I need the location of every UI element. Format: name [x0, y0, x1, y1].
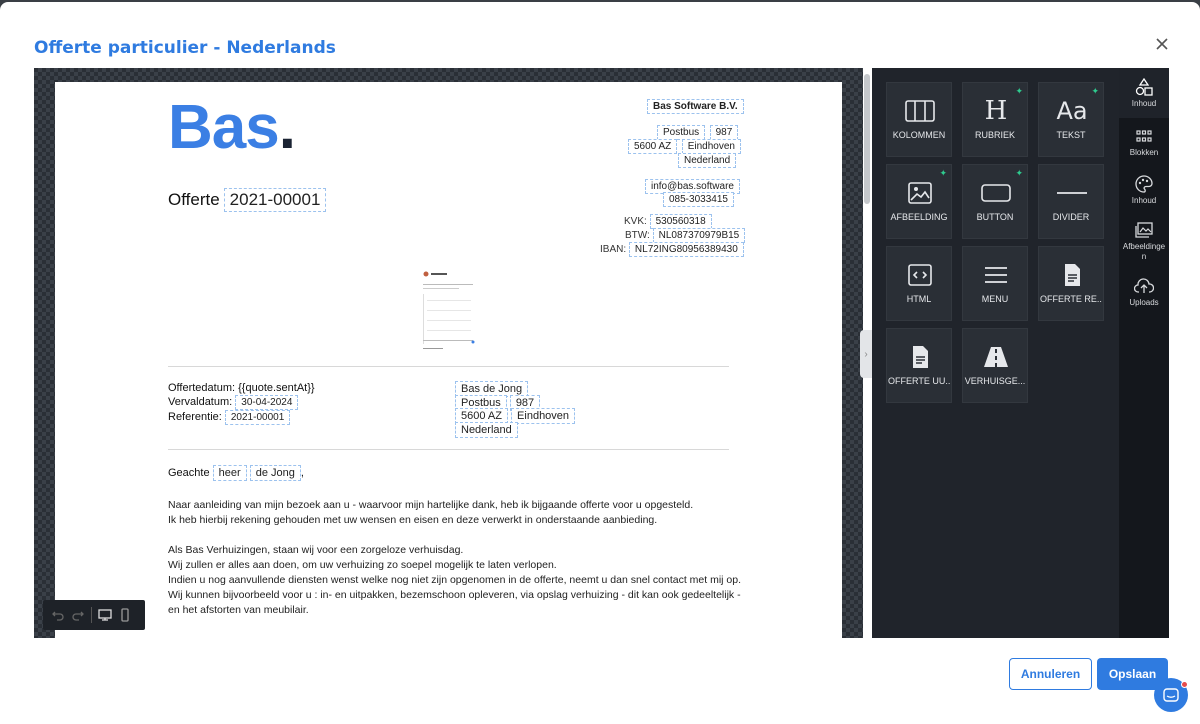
columns-icon	[887, 97, 953, 125]
divider-icon	[1039, 179, 1105, 207]
road-icon	[963, 343, 1029, 371]
sparkle-icon: ✦	[1015, 168, 1023, 178]
company-logo: Bas.	[168, 93, 296, 162]
sparkle-icon: ✦	[1091, 86, 1099, 96]
divider-middle	[168, 449, 729, 450]
redo-icon[interactable]	[71, 608, 85, 622]
customer-country[interactable]: Nederland	[455, 422, 518, 438]
intro-paragraph[interactable]: Naar aanleiding van mijn bezoek aan u - …	[168, 498, 693, 528]
document-icon	[1039, 261, 1105, 289]
sparkle-icon: ✦	[939, 168, 947, 178]
sidebar-item-blokken[interactable]: Blokken	[1119, 126, 1169, 158]
editor-toolbar	[43, 600, 145, 630]
divider-top	[168, 366, 729, 367]
upload-icon	[1134, 276, 1154, 296]
modal-title: Offerte particulier - Nederlands	[34, 38, 336, 58]
chat-icon	[1163, 688, 1179, 702]
heading-icon: H	[984, 96, 1008, 126]
shapes-icon	[1134, 77, 1154, 97]
content-panel: KOLOMMEN ✦ H RUBRIEK ✦ Aa TEKST ✦ AFBEEL…	[872, 68, 1169, 638]
button-icon	[963, 179, 1029, 207]
sidebar-item-afbeeldingen[interactable]: Afbeeldingen	[1119, 220, 1169, 262]
tile-tekst[interactable]: ✦ Aa TEKST	[1038, 82, 1104, 157]
images-icon	[1134, 220, 1154, 240]
tile-afbeelding[interactable]: ✦ AFBEELDING	[886, 164, 952, 239]
sparkle-icon: ✦	[1015, 86, 1023, 96]
sidebar-item-uploads[interactable]: Uploads	[1119, 276, 1169, 308]
btw-line[interactable]: BTW: NL087370979B15	[625, 228, 746, 243]
kvk-line[interactable]: KVK: 530560318	[624, 214, 712, 229]
company-name[interactable]: Bas Software B.V.	[647, 96, 744, 114]
collapse-panel-tab[interactable]: ›	[860, 330, 872, 378]
undo-icon[interactable]	[51, 608, 65, 622]
vervaldatum-line[interactable]: Vervaldatum: 30-04-2024	[168, 395, 299, 410]
tile-offerte-regels[interactable]: OFFERTE RE...	[1038, 246, 1104, 321]
iban-line[interactable]: IBAN: NL72ING80956389430	[600, 242, 744, 257]
editor-canvas[interactable]: Bas. Bas Software B.V. Postbus 987 5600 …	[34, 68, 863, 638]
notification-dot	[1181, 681, 1188, 688]
desktop-view-icon[interactable]	[98, 608, 112, 622]
service-paragraph[interactable]: Als Bas Verhuizingen, staan wij voor een…	[168, 543, 741, 618]
tile-kolommen[interactable]: KOLOMMEN	[886, 82, 952, 157]
document-page[interactable]: Bas. Bas Software B.V. Postbus 987 5600 …	[55, 82, 842, 638]
html-icon	[887, 261, 953, 289]
offertedatum-line[interactable]: Offertedatum: {{quote.sentAt}}	[168, 382, 315, 394]
panel-sidebar: Inhoud Blokken Inhoud Afbeeldingen Uploa…	[1119, 68, 1169, 638]
greeting-line[interactable]: Geachte heer de Jong,	[168, 465, 304, 481]
image-icon	[887, 179, 953, 207]
menu-icon	[963, 261, 1029, 289]
close-icon[interactable]	[1154, 36, 1170, 52]
document-thumbnail-image[interactable]	[421, 270, 477, 354]
document-icon	[887, 343, 953, 371]
sidebar-item-stijl[interactable]: Inhoud	[1119, 174, 1169, 206]
tile-divider[interactable]: DIVIDER	[1038, 164, 1104, 239]
referentie-line[interactable]: Referentie: 2021-00001	[168, 410, 291, 425]
cancel-button[interactable]: Annuleren	[1009, 658, 1092, 690]
tile-html[interactable]: HTML	[886, 246, 952, 321]
tile-menu[interactable]: MENU	[962, 246, 1028, 321]
company-country[interactable]: Nederland	[678, 150, 737, 168]
mobile-view-icon[interactable]	[118, 608, 132, 622]
text-icon: Aa	[1056, 97, 1088, 125]
tile-button[interactable]: ✦ BUTTON	[962, 164, 1028, 239]
tile-rubriek[interactable]: ✦ H RUBRIEK	[962, 82, 1028, 157]
offerte-heading[interactable]: Offerte 2021-00001	[168, 188, 327, 212]
tile-verhuisgegevens[interactable]: VERHUISGE...	[962, 328, 1028, 403]
sidebar-item-inhoud[interactable]: Inhoud	[1119, 68, 1169, 118]
company-phone[interactable]: 085-3033415	[663, 189, 734, 207]
blocks-icon	[1134, 126, 1154, 146]
tile-offerte-uu[interactable]: OFFERTE UU...	[886, 328, 952, 403]
toolbar-separator	[91, 607, 92, 623]
canvas-scrollbar[interactable]	[864, 74, 870, 204]
palette-icon	[1134, 174, 1154, 194]
